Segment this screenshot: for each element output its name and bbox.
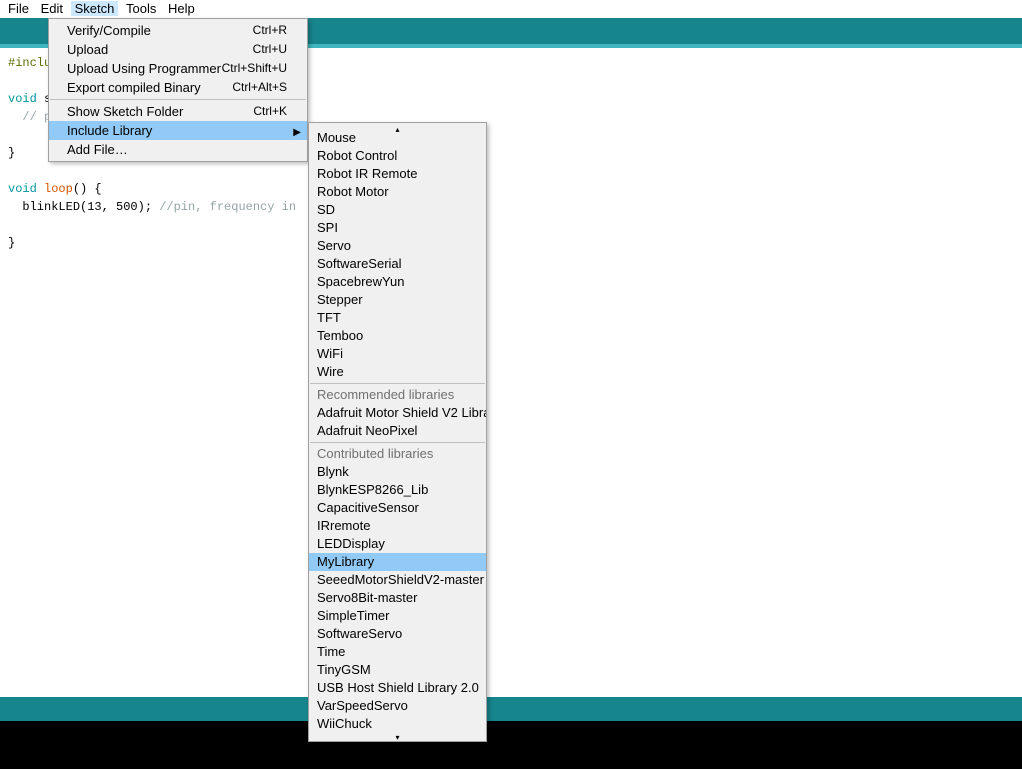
library-item[interactable]: USB Host Shield Library 2.0 bbox=[309, 679, 486, 697]
library-item[interactable]: Adafruit NeoPixel bbox=[309, 422, 486, 440]
code-cmt1: // p bbox=[8, 110, 51, 124]
menuitem-include-library-label: Include Library bbox=[67, 121, 287, 140]
code-kw-void1: void bbox=[8, 92, 37, 106]
library-item[interactable]: Robot Control bbox=[309, 147, 486, 165]
menuitem-show-folder-label: Show Sketch Folder bbox=[67, 102, 253, 121]
library-item[interactable]: WiFi bbox=[309, 345, 486, 363]
library-item[interactable]: Robot IR Remote bbox=[309, 165, 486, 183]
menuitem-add-file-label: Add File… bbox=[67, 140, 287, 159]
library-item[interactable]: MyLibrary bbox=[309, 553, 486, 571]
menu-help[interactable]: Help bbox=[164, 1, 199, 16]
code-loop: loop bbox=[37, 182, 73, 196]
library-item[interactable]: Adafruit Motor Shield V2 Library bbox=[309, 404, 486, 422]
library-item[interactable]: Wire bbox=[309, 363, 486, 381]
menuitem-upload-accel: Ctrl+U bbox=[253, 40, 287, 59]
menuitem-upload-prog-accel: Ctrl+Shift+U bbox=[222, 59, 287, 78]
code-brace1: } bbox=[8, 146, 15, 160]
menuitem-include-library[interactable]: Include Library ▶ bbox=[49, 121, 307, 140]
menu-sketch[interactable]: Sketch bbox=[71, 1, 119, 16]
library-item[interactable]: TinyGSM bbox=[309, 661, 486, 679]
library-item[interactable]: Robot Motor bbox=[309, 183, 486, 201]
submenu-header: Contributed libraries bbox=[309, 445, 486, 463]
menuitem-upload[interactable]: Upload Ctrl+U bbox=[49, 40, 307, 59]
library-item[interactable]: SeeedMotorShieldV2-master bbox=[309, 571, 486, 589]
status-bar bbox=[0, 697, 1022, 721]
scroll-down-icon[interactable]: ▾ bbox=[309, 733, 486, 737]
code-cmt2: //pin, frequency in bbox=[152, 200, 296, 214]
library-item[interactable]: SimpleTimer bbox=[309, 607, 486, 625]
library-item[interactable]: Temboo bbox=[309, 327, 486, 345]
library-item[interactable]: LEDDisplay bbox=[309, 535, 486, 553]
code-include: #inclu bbox=[8, 56, 51, 70]
library-item[interactable]: SD bbox=[309, 201, 486, 219]
menu-file[interactable]: File bbox=[4, 1, 33, 16]
library-item[interactable]: IRremote bbox=[309, 517, 486, 535]
menuitem-upload-prog[interactable]: Upload Using Programmer Ctrl+Shift+U bbox=[49, 59, 307, 78]
submenu-separator bbox=[310, 383, 485, 384]
menuitem-upload-prog-label: Upload Using Programmer bbox=[67, 59, 222, 78]
menubar: File Edit Sketch Tools Help bbox=[0, 0, 199, 18]
library-item[interactable]: SoftwareServo bbox=[309, 625, 486, 643]
code-kw-void2: void bbox=[8, 182, 37, 196]
code-loop-paren: () bbox=[73, 182, 87, 196]
menuitem-export-bin-label: Export compiled Binary bbox=[67, 78, 232, 97]
library-item[interactable]: TFT bbox=[309, 309, 486, 327]
submenu-header: Recommended libraries bbox=[309, 386, 486, 404]
library-item[interactable]: SoftwareSerial bbox=[309, 255, 486, 273]
library-item[interactable]: WiiChuck bbox=[309, 715, 486, 733]
library-item[interactable]: Time bbox=[309, 643, 486, 661]
library-item[interactable]: Servo bbox=[309, 237, 486, 255]
menuitem-verify-label: Verify/Compile bbox=[67, 21, 253, 40]
menuitem-show-folder[interactable]: Show Sketch Folder Ctrl+K bbox=[49, 102, 307, 121]
sketch-menu: Verify/Compile Ctrl+R Upload Ctrl+U Uplo… bbox=[48, 18, 308, 162]
menu-edit[interactable]: Edit bbox=[37, 1, 67, 16]
code-indent bbox=[8, 200, 22, 214]
menuitem-verify-accel: Ctrl+R bbox=[253, 21, 287, 40]
menu-tools[interactable]: Tools bbox=[122, 1, 160, 16]
code-blink: blinkLED(13, 500); bbox=[22, 200, 152, 214]
library-item[interactable]: SPI bbox=[309, 219, 486, 237]
include-library-submenu: ▴ MouseRobot ControlRobot IR RemoteRobot… bbox=[308, 122, 487, 742]
library-item[interactable]: SpacebrewYun bbox=[309, 273, 486, 291]
menu-separator bbox=[50, 99, 306, 100]
library-item[interactable]: BlynkESP8266_Lib bbox=[309, 481, 486, 499]
library-item[interactable]: VarSpeedServo bbox=[309, 697, 486, 715]
submenu-separator bbox=[310, 442, 485, 443]
library-item[interactable]: CapacitiveSensor bbox=[309, 499, 486, 517]
library-item[interactable]: Servo8Bit-master bbox=[309, 589, 486, 607]
menuitem-add-file[interactable]: Add File… bbox=[49, 140, 307, 159]
library-item[interactable]: Blynk bbox=[309, 463, 486, 481]
library-item[interactable]: Stepper bbox=[309, 291, 486, 309]
menuitem-upload-label: Upload bbox=[67, 40, 253, 59]
menuitem-export-bin-accel: Ctrl+Alt+S bbox=[232, 78, 287, 97]
menuitem-verify[interactable]: Verify/Compile Ctrl+R bbox=[49, 21, 307, 40]
menuitem-show-folder-accel: Ctrl+K bbox=[253, 102, 287, 121]
code-brace2: } bbox=[8, 236, 15, 250]
menuitem-export-bin[interactable]: Export compiled Binary Ctrl+Alt+S bbox=[49, 78, 307, 97]
code-loop-brace: { bbox=[87, 182, 101, 196]
console bbox=[0, 721, 1022, 769]
